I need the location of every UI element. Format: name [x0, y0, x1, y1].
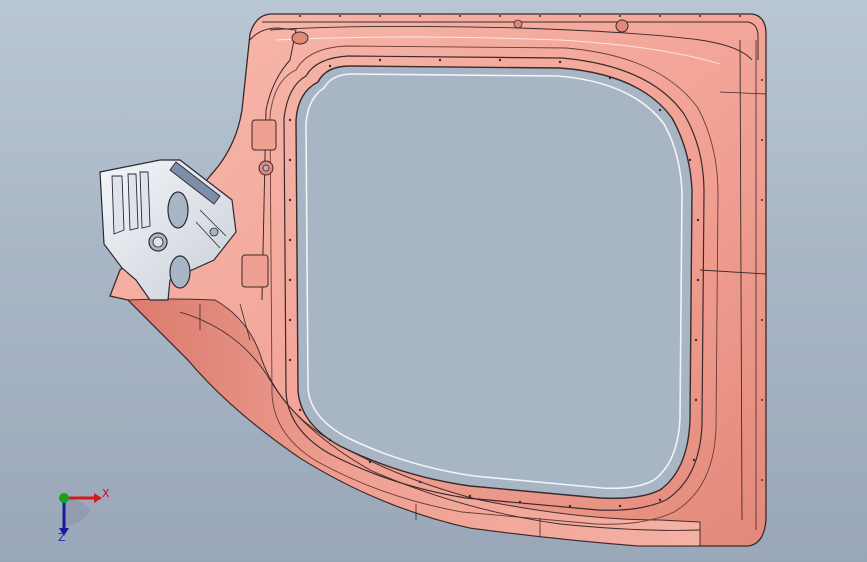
window-opening — [295, 65, 693, 500]
coordinate-triad: X Z — [44, 480, 114, 550]
x-axis-label: X — [102, 487, 110, 500]
door-panel-model[interactable] — [0, 0, 867, 562]
z-axis-label: Z — [58, 531, 66, 544]
3d-viewport[interactable]: X Z — [0, 0, 867, 562]
